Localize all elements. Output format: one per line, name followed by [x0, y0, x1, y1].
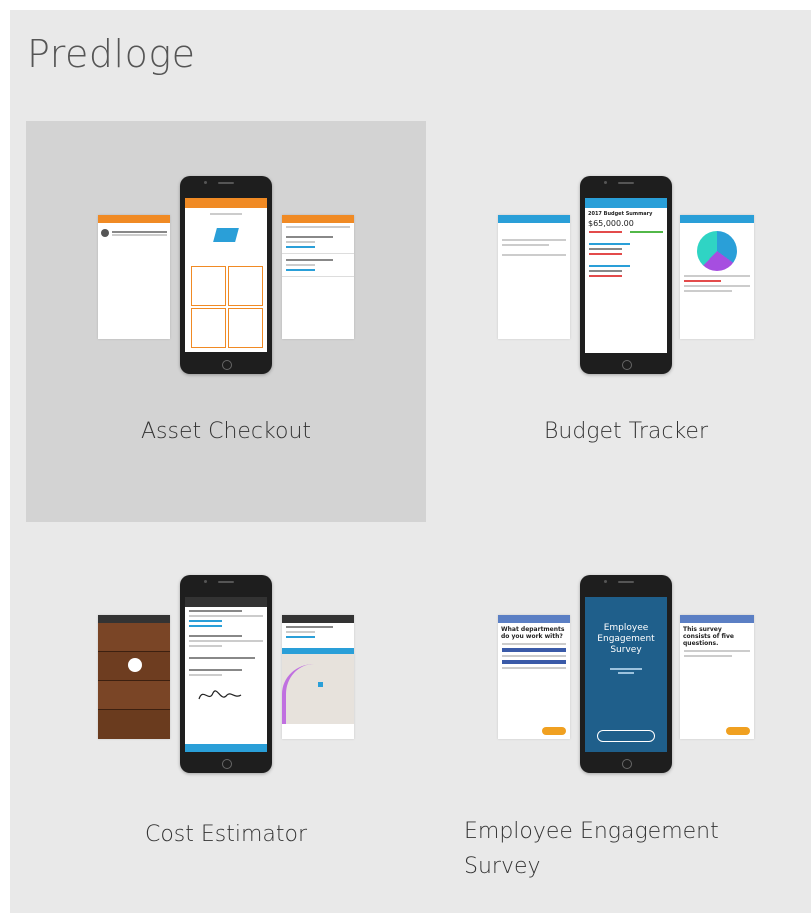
preview-screen-right — [680, 215, 754, 339]
template-preview: What departments do you work with? This … — [498, 565, 758, 773]
budget-screen-heading: 2017 Budget Summary — [588, 211, 653, 217]
preview-screen-left — [98, 215, 170, 339]
preview-phone: Employee Engagement Survey — [580, 575, 672, 773]
template-preview — [96, 161, 356, 374]
page-title: Predloge — [27, 32, 196, 76]
preview-screen-right: This survey consists of five questions. — [680, 615, 754, 739]
template-preview — [96, 565, 356, 773]
template-label-line-2: Survey — [464, 854, 541, 879]
survey-left-heading: What departments do you work with? — [501, 626, 565, 640]
template-tile-budget-tracker[interactable]: 2017 Budget Summary $65,000.00 Budget Tr… — [426, 121, 811, 522]
preview-screen-left: What departments do you work with? — [498, 615, 570, 739]
signature-icon — [198, 690, 242, 700]
preview-phone — [180, 176, 272, 374]
templates-panel: Predloge Asset Checkout 2017 Budget Summ… — [10, 10, 811, 913]
template-label: Asset Checkout — [140, 419, 312, 444]
template-label: Employee Engagement Survey — [464, 814, 804, 884]
preview-screen-right — [282, 615, 354, 739]
template-preview: 2017 Budget Summary $65,000.00 — [498, 161, 758, 374]
preview-screen-left — [98, 615, 170, 739]
template-label: Cost Estimator — [144, 822, 308, 847]
preview-phone — [180, 575, 272, 773]
template-tile-cost-estimator[interactable]: Cost Estimator — [26, 522, 426, 913]
survey-right-heading: This survey consists of five questions. — [683, 626, 734, 647]
preview-phone: 2017 Budget Summary $65,000.00 — [580, 176, 672, 374]
survey-center-heading: Employee Engagement Survey — [597, 623, 655, 655]
template-label-line-1: Employee Engagement — [464, 819, 719, 844]
template-label: Budget Tracker — [543, 419, 709, 444]
preview-screen-right — [282, 215, 354, 339]
template-tile-employee-engagement-survey[interactable]: What departments do you work with? This … — [426, 522, 811, 913]
preview-screen-left — [498, 215, 570, 339]
budget-screen-amount: $65,000.00 — [588, 219, 634, 228]
template-tile-asset-checkout[interactable]: Asset Checkout — [26, 121, 426, 522]
